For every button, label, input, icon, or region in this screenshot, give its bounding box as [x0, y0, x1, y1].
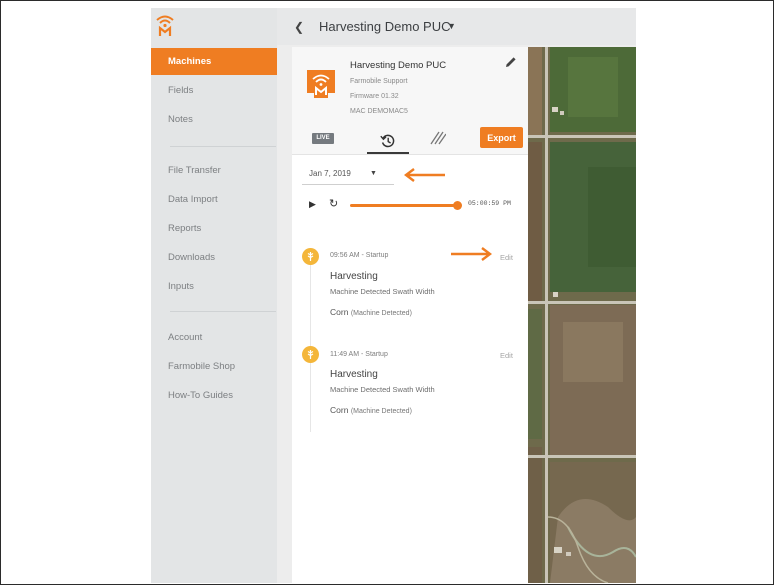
sidebar-item-account[interactable]: Account	[151, 327, 277, 349]
event-edit-link[interactable]: Edit	[500, 351, 513, 360]
farmobile-logo-icon[interactable]	[154, 13, 176, 37]
sidebar-item-inputs[interactable]: Inputs	[151, 276, 277, 298]
caret-down-icon[interactable]: ▼	[447, 21, 456, 31]
event-edit-link[interactable]: Edit	[500, 253, 513, 262]
tab-live[interactable]: LIVE	[312, 133, 334, 144]
sidebar-item-file-transfer[interactable]: File Transfer	[151, 160, 277, 182]
event-crop-note: (Machine Detected)	[350, 408, 412, 415]
top-bar: ❮ Harvesting Demo PUC ▼	[277, 8, 636, 45]
machine-panel: Harvesting Demo PUC Farmobile Support Fi…	[292, 47, 528, 583]
playback-slider-track[interactable]	[350, 204, 457, 207]
event-crop-name: Corn	[330, 405, 349, 415]
replay-icon[interactable]: ↻	[329, 197, 338, 210]
sidebar-item-notes[interactable]: Notes	[151, 109, 277, 131]
event-crop: Corn (Machine Detected)	[330, 405, 412, 415]
machine-owner: Farmobile Support	[350, 78, 408, 85]
playback-time: 05:00:59 PM	[468, 200, 511, 207]
sidebar-divider	[170, 311, 276, 312]
event-subtitle: Machine Detected Swath Width	[330, 385, 435, 394]
sidebar-divider	[170, 146, 276, 147]
sidebar-item-how-to-guides[interactable]: How-To Guides	[151, 385, 277, 407]
sidebar-item-fields[interactable]: Fields	[151, 80, 277, 102]
machine-firmware: Firmware 01.32	[350, 93, 399, 100]
coverage-lines-icon[interactable]	[430, 131, 446, 145]
sidebar: Machines Fields Notes File Transfer Data…	[151, 8, 277, 583]
annotation-arrow-left-icon	[404, 168, 445, 182]
event-time: 09:56 AM - Startup	[330, 252, 389, 259]
machine-avatar-icon	[307, 70, 335, 98]
event-time: 11:49 AM - Startup	[330, 351, 388, 358]
event-subtitle: Machine Detected Swath Width	[330, 287, 435, 296]
app-window: Machines Fields Notes File Transfer Data…	[151, 8, 636, 583]
sidebar-item-data-import[interactable]: Data Import	[151, 189, 277, 211]
event-crop-note: (Machine Detected)	[350, 310, 412, 317]
satellite-imagery	[528, 47, 636, 583]
wheat-icon	[302, 248, 319, 265]
machine-selector-title[interactable]: Harvesting Demo PUC	[319, 19, 451, 34]
machine-card: Harvesting Demo PUC Farmobile Support Fi…	[292, 47, 528, 155]
event-crop: Corn (Machine Detected)	[330, 307, 412, 317]
sidebar-item-reports[interactable]: Reports	[151, 218, 277, 240]
history-icon	[380, 134, 395, 148]
wheat-icon	[302, 346, 319, 363]
machine-mac: MAC DEMOMAC5	[350, 108, 408, 115]
pencil-icon[interactable]	[505, 56, 517, 68]
event-title: Harvesting	[330, 369, 378, 380]
date-dropdown[interactable]: Jan 7, 2019 ▼	[302, 163, 394, 185]
chevron-left-icon[interactable]: ❮	[294, 20, 304, 34]
tab-history[interactable]	[367, 128, 409, 154]
satellite-map[interactable]	[528, 47, 636, 583]
machine-name: Harvesting Demo PUC	[350, 60, 447, 71]
sidebar-item-machines[interactable]: Machines	[151, 48, 277, 75]
event-title: Harvesting	[330, 271, 378, 282]
screenshot-frame: Machines Fields Notes File Transfer Data…	[0, 0, 774, 585]
playback-slider-thumb[interactable]	[453, 201, 462, 210]
sidebar-item-downloads[interactable]: Downloads	[151, 247, 277, 269]
event-crop-name: Corn	[330, 307, 349, 317]
export-button[interactable]: Export	[480, 127, 523, 148]
date-dropdown-value: Jan 7, 2019	[309, 169, 351, 178]
sidebar-item-farmobile-shop[interactable]: Farmobile Shop	[151, 356, 277, 378]
play-icon[interactable]: ▶	[309, 199, 316, 210]
annotation-arrow-right-icon	[451, 247, 492, 261]
timeline-line	[310, 248, 311, 432]
caret-down-icon: ▼	[370, 170, 377, 177]
